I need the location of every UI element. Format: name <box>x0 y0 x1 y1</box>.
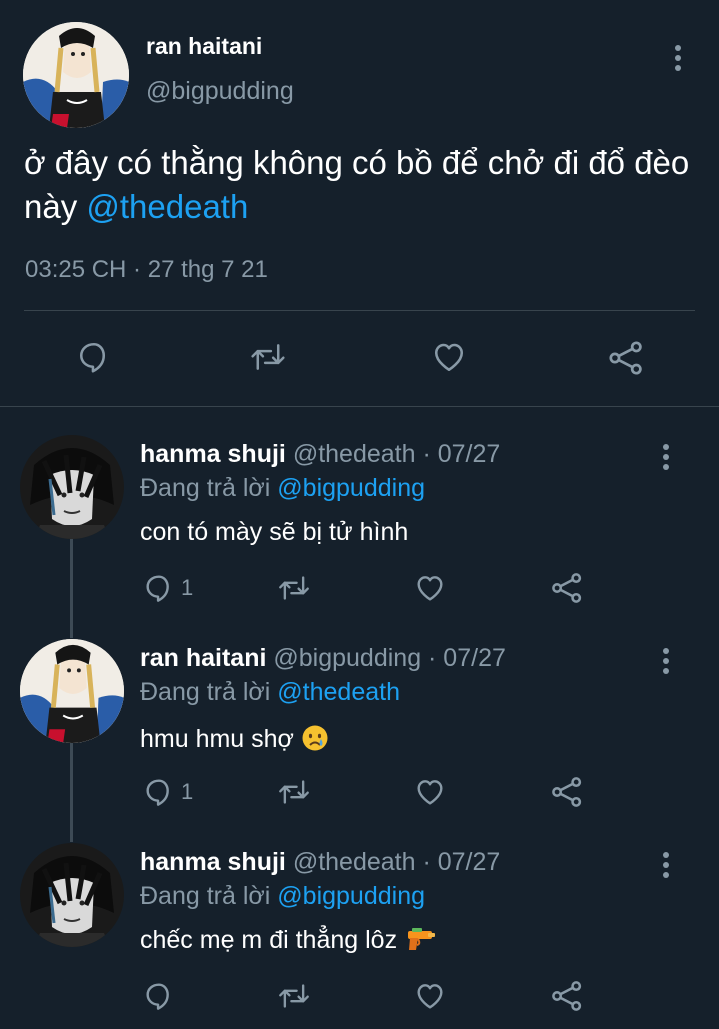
author-name[interactable]: hanma shuji <box>140 440 286 468</box>
share-icon <box>552 777 582 807</box>
share-button[interactable] <box>607 339 645 377</box>
reply-button[interactable] <box>143 980 181 1012</box>
like-button[interactable] <box>413 572 447 604</box>
replying-label: Đang trả lời <box>140 678 278 706</box>
reply-tweet: hanma shuji @thedeath · 07/27 Đang trả l… <box>0 838 719 1029</box>
reply-text: con tó mày sẽ bị tử hình <box>140 518 409 546</box>
handle-date[interactable]: @thedeath · 07/27 <box>293 848 500 876</box>
retweet-button[interactable] <box>277 776 311 808</box>
more-options-icon[interactable] <box>662 852 670 878</box>
mention-link[interactable]: @thedeath <box>86 188 248 225</box>
reply-count: 1 <box>181 779 194 804</box>
reply-header: hanma shuji @thedeath · 07/27 <box>140 848 500 877</box>
mention-link[interactable]: @thedeath <box>277 678 400 706</box>
reply-button[interactable]: 1 <box>143 776 193 808</box>
reply-icon <box>146 779 169 806</box>
reply-body: hmu hmu shợ <box>140 725 301 753</box>
avatar[interactable] <box>20 435 124 539</box>
reply-header: hanma shuji @thedeath · 07/27 <box>140 440 500 469</box>
replying-to: Đang trả lời @thedeath <box>140 678 400 707</box>
tweet-timestamp[interactable]: 03:25 CH · 27 thg 7 21 <box>25 256 268 284</box>
handle-date[interactable]: @thedeath · 07/27 <box>293 440 500 468</box>
section-divider <box>0 406 719 407</box>
reply-tweet: ran haitani @bigpudding · 07/27 Đang trả… <box>0 634 719 834</box>
share-button[interactable] <box>550 979 584 1013</box>
more-options-icon[interactable] <box>674 45 682 71</box>
mention-link[interactable]: @bigpudding <box>277 474 425 502</box>
author-name[interactable]: ran haitani <box>140 644 266 672</box>
like-icon <box>434 343 464 372</box>
replying-label: Đang trả lời <box>140 474 278 502</box>
reply-icon <box>79 342 106 373</box>
retweet-button[interactable] <box>277 572 311 604</box>
share-icon <box>609 341 642 375</box>
like-button[interactable] <box>413 980 447 1012</box>
main-tweet: ran haitani @bigpudding ở đây có thằng k… <box>0 0 719 407</box>
handle-date[interactable]: @bigpudding · 07/27 <box>273 644 506 672</box>
reply-button[interactable]: 1 <box>143 572 193 604</box>
reply-text: hmu hmu shợ <box>140 724 329 754</box>
retweet-button[interactable] <box>277 980 311 1012</box>
reply-count: 1 <box>181 575 194 600</box>
avatar[interactable] <box>20 843 124 947</box>
like-icon <box>417 576 443 601</box>
reply-header: ran haitani @bigpudding · 07/27 <box>140 644 506 673</box>
retweet-icon <box>279 780 309 804</box>
reply-text: chếc mẹ m đi thẳng lôz <box>140 926 436 955</box>
avatar[interactable] <box>20 639 124 743</box>
retweet-icon <box>279 576 309 600</box>
reply-tweet: hanma shuji @thedeath · 07/27 Đang trả l… <box>0 430 719 630</box>
more-options-icon[interactable] <box>662 648 670 674</box>
retweet-button[interactable] <box>249 339 287 375</box>
share-button[interactable] <box>550 775 584 809</box>
replying-label: Đang trả lời <box>140 882 278 910</box>
like-icon <box>417 984 443 1009</box>
share-button[interactable] <box>550 571 584 605</box>
reply-icon <box>146 983 169 1010</box>
like-icon <box>417 780 443 805</box>
reply-icon <box>146 575 169 602</box>
author-name[interactable]: ran haitani <box>146 33 262 60</box>
more-options-icon[interactable] <box>662 444 670 470</box>
share-icon <box>552 573 582 603</box>
replying-to: Đang trả lời @bigpudding <box>140 474 425 503</box>
replying-to: Đang trả lời @bigpudding <box>140 882 425 911</box>
tweet-thread: ran haitani @bigpudding ở đây có thằng k… <box>0 0 719 1029</box>
tweet-text: ở đây có thằng không có bồ để chở đi đổ … <box>24 141 694 229</box>
avatar[interactable] <box>23 22 129 128</box>
mention-link[interactable]: @bigpudding <box>277 882 425 910</box>
share-icon <box>552 981 582 1011</box>
author-name[interactable]: hanma shuji <box>140 848 286 876</box>
divider <box>24 310 695 311</box>
reply-body: chếc mẹ m đi thẳng lôz <box>140 926 405 954</box>
like-button[interactable] <box>413 776 447 808</box>
retweet-icon <box>279 984 309 1008</box>
like-button[interactable] <box>430 339 468 375</box>
crying-face-emoji <box>302 725 328 751</box>
reply-button[interactable] <box>76 339 112 375</box>
author-handle[interactable]: @bigpudding <box>146 77 294 106</box>
retweet-icon <box>251 344 285 370</box>
water-pistol-emoji <box>408 928 436 950</box>
